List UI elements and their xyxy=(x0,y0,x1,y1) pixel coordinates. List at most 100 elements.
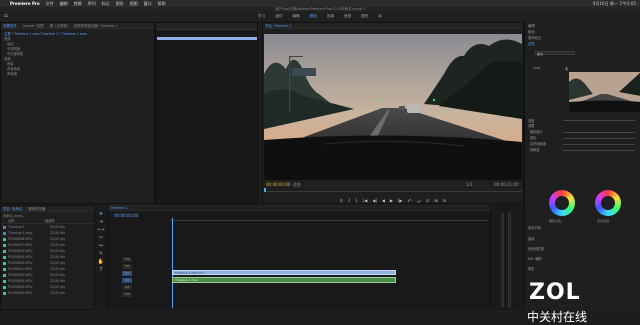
saturation-slider[interactable] xyxy=(563,150,635,151)
tab-source[interactable]: 源: (无剪辑) xyxy=(49,23,67,28)
workspace-libraries[interactable]: 库 xyxy=(378,14,382,19)
timeline-playhead[interactable] xyxy=(172,218,173,308)
lumetri-section-creative[interactable]: 创意 xyxy=(525,41,640,47)
ripple-edit-tool-icon[interactable]: ⟷ xyxy=(95,227,107,233)
highlight-tint-wheel[interactable] xyxy=(595,190,621,216)
play-icon[interactable]: ▶ xyxy=(390,198,393,203)
lumetri-clip-dropdown[interactable]: 曲线 xyxy=(535,51,575,56)
lumetri-look-dropdown[interactable]: 无 xyxy=(565,66,568,71)
selection-tool-icon[interactable]: ➤ xyxy=(95,211,107,217)
menu-help[interactable]: 帮助 xyxy=(158,1,166,7)
lumetri-section-hsl[interactable]: HSL 辅助 xyxy=(528,256,542,261)
workspace-color[interactable]: 颜色 xyxy=(310,14,317,19)
export-frame-icon[interactable]: ⊡ xyxy=(426,198,429,203)
meter-right xyxy=(508,213,511,307)
faded-film-slider[interactable] xyxy=(563,132,635,133)
workspace-audio[interactable]: 音频 xyxy=(344,14,351,19)
clock-text: 9月16日 周一 下午5:05 xyxy=(592,0,636,6)
look-preview-thumbnail[interactable] xyxy=(569,72,640,112)
shadow-tint-wheel[interactable] xyxy=(549,190,575,216)
tab-program[interactable]: 节目: Timeline 1 xyxy=(265,23,292,28)
track-select-tool-icon[interactable]: ⇥ xyxy=(95,219,107,225)
effect-list: 主要 * Timeline 1.mov Timeline 1 * Timelin… xyxy=(1,29,154,78)
tab-media-browser[interactable]: 媒体浏览器 xyxy=(28,206,45,211)
project-item-name: P1000841.MOV xyxy=(8,267,33,271)
track-header[interactable]: A3 xyxy=(122,292,132,297)
road-scene-image xyxy=(264,34,522,180)
lumetri-section-curves[interactable]: 曲线 xyxy=(528,236,534,241)
slider-sharpen-label: 锐化 xyxy=(530,136,537,140)
mark-in-icon[interactable]: { xyxy=(348,198,351,203)
lumetri-section-wheels[interactable]: 色轮和匹配 xyxy=(528,246,544,251)
column-framerate[interactable]: 帧速率 xyxy=(45,218,55,223)
menu-file[interactable]: 文件 xyxy=(46,1,54,7)
video-clip[interactable]: Timeline 1.mov [V] xyxy=(172,270,396,275)
razor-tool-icon[interactable]: ✂ xyxy=(95,235,107,241)
home-icon[interactable]: ⌂ xyxy=(4,13,10,19)
effect-controls-timeline[interactable] xyxy=(155,22,258,204)
track-header[interactable]: V2 xyxy=(122,264,132,269)
shadow-tint-label: 阴影淡色 xyxy=(549,219,562,223)
project-item-row[interactable]: P1000845.MOV 25.00 fps xyxy=(1,290,94,296)
lumetri-section-vignette[interactable]: 晕影 xyxy=(528,266,534,271)
program-playhead[interactable] xyxy=(264,188,266,192)
audio-clip[interactable]: Timeline 1.mov xyxy=(172,277,396,283)
go-to-out-icon[interactable]: |▶ xyxy=(398,198,402,203)
sharpen-slider[interactable] xyxy=(563,138,635,139)
video-frame[interactable] xyxy=(264,34,522,180)
program-timecode-left[interactable]: 00:00:00:00 xyxy=(266,182,290,187)
tab-lumetri-scopes[interactable]: Lumetri 范围 xyxy=(23,23,44,28)
column-name[interactable]: 名称 xyxy=(3,218,41,223)
quality-dropdown[interactable]: 1/2 xyxy=(466,182,472,187)
pen-tool-icon[interactable]: ✎ xyxy=(95,251,107,257)
tab-project[interactable]: 项目: 未命名 xyxy=(3,206,22,211)
extract-icon[interactable]: ⤻ xyxy=(417,198,421,203)
menu-graphics[interactable]: 图形 xyxy=(116,1,124,7)
workspace-assembly[interactable]: 组件 xyxy=(275,14,282,19)
project-item-name: P1000836.MOV xyxy=(8,237,33,241)
track-header[interactable]: A1 xyxy=(122,278,132,283)
workspace-learn[interactable]: 学习 xyxy=(258,14,265,19)
go-to-in-icon[interactable]: |◀ xyxy=(363,198,367,203)
program-scrub-bar[interactable] xyxy=(264,189,522,192)
effect-row[interactable]: 声像器 xyxy=(4,71,151,76)
type-tool-icon[interactable]: T xyxy=(95,267,107,273)
clip-icon xyxy=(3,291,6,295)
vibrance-slider[interactable] xyxy=(563,144,635,145)
intensity-slider[interactable] xyxy=(563,120,635,121)
step-back-frame-icon[interactable]: ◀ xyxy=(382,198,385,203)
menu-edit[interactable]: 编辑 xyxy=(60,1,68,7)
add-marker-icon[interactable]: ⚲ xyxy=(340,198,343,203)
fit-dropdown[interactable]: 适合 xyxy=(293,182,301,188)
step-back-icon[interactable]: ◀| xyxy=(372,198,376,203)
slip-tool-icon[interactable]: ↔ xyxy=(95,243,107,249)
app-menu[interactable]: Premiere Pro xyxy=(10,1,40,6)
lift-icon[interactable]: ⤺ xyxy=(407,198,411,203)
tab-audio-clip-mixer[interactable]: 音频剪辑混合器: Timeline 1 xyxy=(74,23,118,28)
workspace-editing[interactable]: 编辑 xyxy=(292,14,299,19)
menu-view[interactable]: 视图 xyxy=(130,1,138,7)
timeline-timecode[interactable]: 00:00:00:00 xyxy=(114,213,138,218)
project-item-framerate: 25.00 fps xyxy=(50,267,65,271)
project-item-name: P1000842.MOV xyxy=(8,273,33,277)
clip-icon xyxy=(3,273,6,277)
workspace-graphics[interactable]: 图形 xyxy=(361,14,368,19)
project-item-name: P1000840.MOV xyxy=(8,261,33,265)
timeline-ruler[interactable] xyxy=(170,215,488,221)
tab-timeline-1[interactable]: Timeline 1 xyxy=(110,206,128,210)
track-header[interactable]: V1 xyxy=(122,271,132,276)
track-header[interactable]: V3 xyxy=(122,257,132,262)
track-header[interactable]: A2 xyxy=(122,285,132,290)
workspace-effects[interactable]: 效果 xyxy=(327,14,334,19)
program-tabs: 节目: Timeline 1 xyxy=(263,23,523,29)
mini-clip-bar[interactable] xyxy=(157,37,257,40)
hand-tool-icon[interactable]: ✋ xyxy=(95,259,107,265)
settings-icon[interactable]: ⊟ xyxy=(443,198,446,203)
mark-out-icon[interactable]: } xyxy=(355,198,358,203)
compare-view-icon[interactable]: ⊞ xyxy=(434,198,437,203)
menu-window[interactable]: 窗口 xyxy=(144,1,152,7)
menu-sequence[interactable]: 序列 xyxy=(88,1,96,7)
menu-clip[interactable]: 剪辑 xyxy=(74,1,82,7)
menu-marker[interactable]: 标记 xyxy=(102,1,110,7)
tab-effect-controls[interactable]: 效果控件 xyxy=(3,23,17,28)
